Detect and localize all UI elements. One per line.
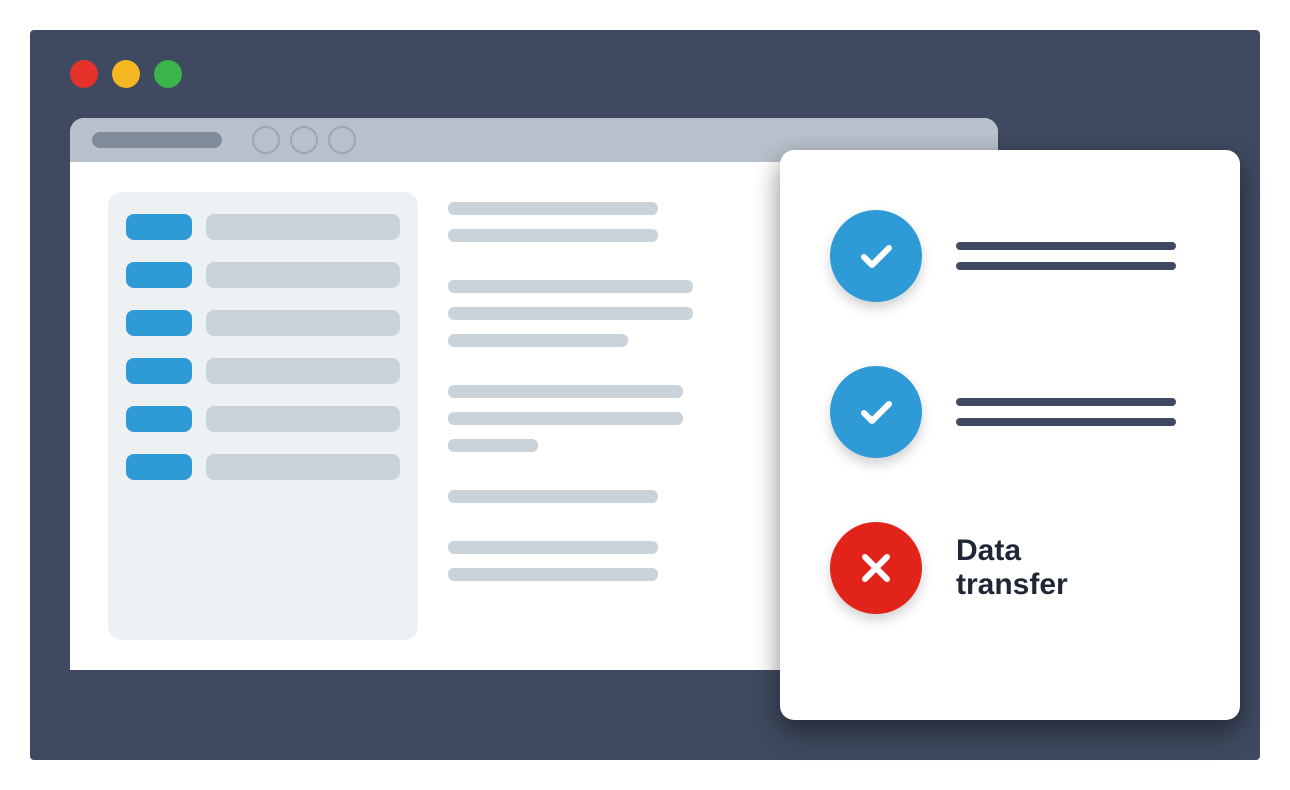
status-line-placeholder	[956, 262, 1176, 270]
status-line-placeholder	[956, 242, 1176, 250]
content-line-placeholder	[448, 541, 658, 554]
toolbar-circle-icon	[328, 126, 356, 154]
window-close-dot	[70, 60, 98, 88]
toolbar-circles	[252, 126, 356, 154]
status-fail-icon	[830, 522, 922, 614]
sidebar-label-placeholder	[206, 214, 400, 240]
status-line-placeholder	[956, 418, 1176, 426]
status-details	[956, 398, 1196, 426]
status-details	[956, 242, 1196, 270]
content-line-placeholder	[448, 280, 693, 293]
sidebar-label-placeholder	[206, 358, 400, 384]
toolbar-circle-icon	[252, 126, 280, 154]
status-row	[830, 210, 1196, 302]
sidebar-row	[126, 214, 400, 240]
window-minimize-dot	[112, 60, 140, 88]
sidebar-row	[126, 310, 400, 336]
sidebar-row	[126, 358, 400, 384]
sidebar-label-placeholder	[206, 454, 400, 480]
sidebar-panel	[108, 192, 418, 640]
content-line-placeholder	[448, 490, 658, 503]
status-label: Data transfer	[956, 534, 1196, 603]
url-bar-placeholder	[92, 132, 222, 148]
sidebar-tag	[126, 454, 192, 480]
sidebar-row	[126, 262, 400, 288]
sidebar-label-placeholder	[206, 406, 400, 432]
status-ok-icon	[830, 366, 922, 458]
content-line-placeholder	[448, 307, 693, 320]
sidebar-label-placeholder	[206, 310, 400, 336]
sidebar-tag	[126, 358, 192, 384]
status-card: Data transfer	[780, 150, 1240, 720]
content-line-placeholder	[448, 439, 538, 452]
sidebar-tag	[126, 406, 192, 432]
content-line-placeholder	[448, 202, 658, 215]
traffic-lights	[70, 60, 182, 88]
status-line-placeholder	[956, 398, 1176, 406]
status-details: Data transfer	[956, 534, 1196, 603]
cross-icon	[854, 546, 898, 590]
content-line-placeholder	[448, 412, 683, 425]
toolbar-circle-icon	[290, 126, 318, 154]
sidebar-row	[126, 406, 400, 432]
sidebar-tag	[126, 262, 192, 288]
status-row: Data transfer	[830, 522, 1196, 614]
content-line-placeholder	[448, 385, 683, 398]
status-row	[830, 366, 1196, 458]
check-icon	[852, 388, 900, 436]
sidebar-row	[126, 454, 400, 480]
content-line-placeholder	[448, 568, 658, 581]
window-maximize-dot	[154, 60, 182, 88]
content-line-placeholder	[448, 229, 658, 242]
illustration-stage: Data transfer	[30, 30, 1260, 760]
status-ok-icon	[830, 210, 922, 302]
sidebar-tag	[126, 310, 192, 336]
content-line-placeholder	[448, 334, 628, 347]
sidebar-tag	[126, 214, 192, 240]
check-icon	[852, 232, 900, 280]
sidebar-label-placeholder	[206, 262, 400, 288]
